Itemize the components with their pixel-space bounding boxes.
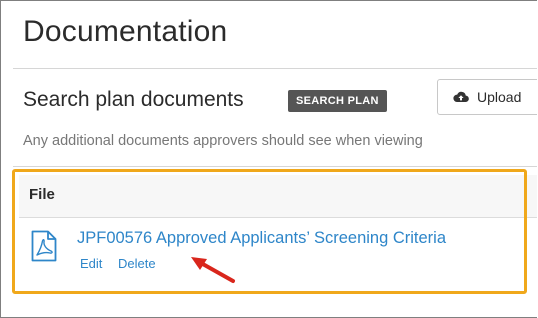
divider xyxy=(13,166,537,167)
upload-button-label: Upload xyxy=(477,89,522,105)
annotation-arrow-icon xyxy=(191,257,235,283)
search-plan-documents-label: Search plan documents xyxy=(23,88,244,111)
table-row: JPF00576 Approved Applicants’ Screening … xyxy=(19,218,537,287)
cloud-upload-icon xyxy=(453,90,469,104)
pdf-file-icon[interactable] xyxy=(31,230,57,262)
search-plan-badge[interactable]: SEARCH PLAN xyxy=(288,90,387,112)
delete-link[interactable]: Delete xyxy=(118,256,156,271)
file-name-link[interactable]: JPF00576 Approved Applicants’ Screening … xyxy=(77,229,446,248)
edit-link[interactable]: Edit xyxy=(80,256,102,271)
upload-button[interactable]: Upload xyxy=(437,79,537,115)
divider xyxy=(13,68,537,69)
documents-table: File JPF00576 Approved Applicants’ Scree… xyxy=(19,175,537,287)
documentation-panel: Documentation Search plan documents SEAR… xyxy=(0,0,537,318)
table-header: File xyxy=(19,175,537,218)
page-title: Documentation xyxy=(23,15,228,48)
column-header-file: File xyxy=(29,186,55,203)
documents-description: Any additional documents approvers shoul… xyxy=(23,133,423,149)
